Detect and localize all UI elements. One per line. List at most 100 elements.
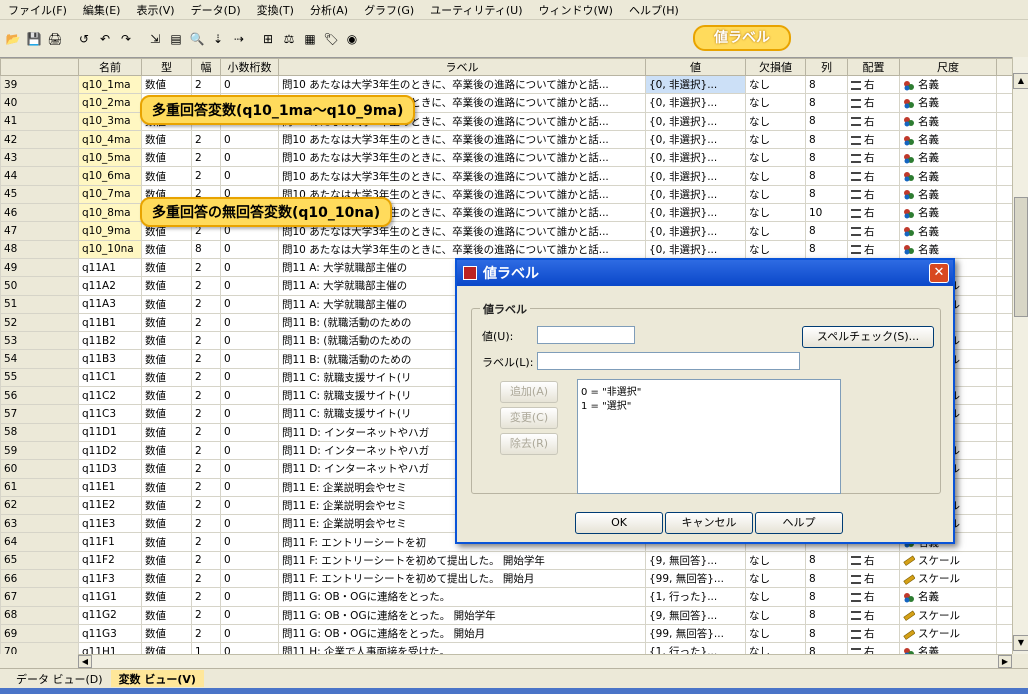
grid-cell[interactable]: 2 bbox=[191, 129, 221, 150]
row-number[interactable]: 56 bbox=[0, 386, 79, 406]
vertical-scrollbar[interactable]: ▲ ▼ bbox=[1012, 57, 1028, 654]
grid-cell[interactable]: スケール bbox=[899, 550, 997, 571]
grid-cell[interactable]: q11E3 bbox=[78, 514, 142, 534]
grid-cell[interactable]: 名義 bbox=[899, 74, 997, 95]
grid-cell[interactable]: q11F1 bbox=[78, 532, 142, 552]
column-header[interactable]: 小数桁数 bbox=[220, 58, 279, 76]
row-number[interactable]: 53 bbox=[0, 331, 79, 351]
horizontal-scrollbar[interactable]: ◀ ▶ bbox=[78, 654, 1012, 668]
grid-cell[interactable]: {0, 非選択}... bbox=[645, 74, 746, 95]
print-icon[interactable]: 🖨 bbox=[46, 30, 64, 48]
grid-cell[interactable]: 問11 F: エントリーシートを初めて提出した。 開始学年 bbox=[278, 550, 646, 571]
grid-cell[interactable]: 数値 bbox=[141, 367, 192, 388]
grid-cell[interactable]: 数値 bbox=[141, 569, 192, 589]
grid-cell[interactable]: q11C3 bbox=[78, 404, 142, 424]
grid-cell[interactable]: 2 bbox=[191, 477, 221, 497]
row-number[interactable]: 43 bbox=[0, 148, 79, 168]
table-row[interactable]: 67 q11G1 数値 2 0 問11 G: OB・OGに連絡をとった。 {1, 行った}.… bbox=[0, 587, 1013, 607]
grid-cell[interactable]: なし bbox=[745, 587, 806, 607]
table-row[interactable]: 48 q10_10na 数値 8 0 問10 あたなは大学3年生のときに、卒業後の進路につ… bbox=[0, 239, 1013, 259]
grid-cell[interactable]: 名義 bbox=[899, 93, 997, 113]
tab-variable-view[interactable]: 変数 ビュー(V) bbox=[110, 670, 204, 687]
grid-cell[interactable]: 0 bbox=[220, 642, 279, 654]
grid-cell[interactable]: q11A2 bbox=[78, 276, 142, 296]
scroll-left-icon[interactable]: ◀ bbox=[78, 655, 92, 668]
grid-cell[interactable]: なし bbox=[745, 111, 806, 131]
row-number[interactable]: 58 bbox=[0, 422, 79, 442]
grid-cell[interactable]: 8 bbox=[805, 587, 848, 607]
grid-cell[interactable]: 右 bbox=[847, 74, 900, 95]
grid-cell[interactable]: q11A1 bbox=[78, 257, 142, 278]
table-row[interactable]: 69 q11G3 数値 2 0 問11 G: OB・OGに連絡をとった。 開始月 {99, … bbox=[0, 623, 1013, 644]
grid-cell[interactable]: 2 bbox=[191, 440, 221, 461]
row-number[interactable]: 44 bbox=[0, 166, 79, 186]
grid-cell[interactable]: 2 bbox=[191, 550, 221, 571]
row-number[interactable]: 59 bbox=[0, 440, 79, 461]
table-row[interactable]: 39 q10_1ma 数値 2 0 問10 あたなは大学3年生のときに、卒業後の進路につい… bbox=[0, 74, 1013, 95]
grid-cell[interactable]: 問11 G: OB・OGに連絡をとった。 開始学年 bbox=[278, 605, 646, 625]
grid-cell[interactable]: q11B2 bbox=[78, 331, 142, 351]
list-item[interactable]: 1 = "選択" bbox=[581, 397, 837, 412]
grid-cell[interactable]: 0 bbox=[220, 239, 279, 259]
grid-cell[interactable]: 数値 bbox=[141, 550, 192, 571]
grid-cell[interactable]: 2 bbox=[191, 623, 221, 644]
grid-cell[interactable]: 8 bbox=[805, 221, 848, 241]
menu-item[interactable]: ウィンドウ(W) bbox=[531, 2, 621, 18]
grid-cell[interactable]: 0 bbox=[220, 367, 279, 388]
row-number[interactable]: 55 bbox=[0, 367, 79, 388]
grid-cell[interactable]: {0, 非選択}... bbox=[645, 111, 746, 131]
grid-cell[interactable]: 数値 bbox=[141, 349, 192, 369]
grid-cell[interactable]: 右 bbox=[847, 569, 900, 589]
grid-cell[interactable]: なし bbox=[745, 605, 806, 625]
grid-cell[interactable]: 右 bbox=[847, 550, 900, 571]
goto-case-icon[interactable]: ⇲ bbox=[146, 30, 164, 48]
grid-cell[interactable]: q11D3 bbox=[78, 459, 142, 479]
grid-cell[interactable]: q11F3 bbox=[78, 569, 142, 589]
grid-cell[interactable]: 問11 H: 企業で人事面接を受けた。 bbox=[278, 642, 646, 654]
grid-cell[interactable]: なし bbox=[745, 129, 806, 150]
row-number[interactable]: 68 bbox=[0, 605, 79, 625]
grid-cell[interactable]: {0, 非選択}... bbox=[645, 221, 746, 241]
grid-cell[interactable]: 0 bbox=[220, 477, 279, 497]
column-header[interactable]: 名前 bbox=[78, 58, 142, 76]
grid-cell[interactable]: 0 bbox=[220, 623, 279, 644]
row-number[interactable]: 48 bbox=[0, 239, 79, 259]
grid-cell[interactable]: q10_1ma bbox=[78, 74, 142, 95]
grid-cell[interactable]: 問10 あたなは大学3年生のときに、卒業後の進路について誰かと話... bbox=[278, 129, 646, 150]
grid-cell[interactable]: 2 bbox=[191, 495, 221, 516]
table-row[interactable]: 43 q10_5ma 数値 2 0 問10 あたなは大学3年生のときに、卒業後の進路につい… bbox=[0, 148, 1013, 168]
grid-cell[interactable]: 0 bbox=[220, 514, 279, 534]
grid-cell[interactable]: 名義 bbox=[899, 166, 997, 186]
menu-item[interactable]: 変換(T) bbox=[249, 2, 302, 18]
row-number[interactable]: 57 bbox=[0, 404, 79, 424]
column-header[interactable]: 欠損値 bbox=[745, 58, 806, 76]
grid-cell[interactable]: 数値 bbox=[141, 129, 192, 150]
table-row[interactable]: 70 q11H1 数値 1 0 問11 H: 企業で人事面接を受けた。 {1, 行った}..… bbox=[0, 642, 1013, 654]
grid-cell[interactable]: 2 bbox=[191, 459, 221, 479]
table-row[interactable]: 65 q11F2 数値 2 0 問11 F: エントリーシートを初めて提出した。 開始学年… bbox=[0, 550, 1013, 571]
grid-cell[interactable]: 数値 bbox=[141, 514, 192, 534]
grid-cell[interactable]: 2 bbox=[191, 294, 221, 314]
grid-cell[interactable]: {1, 行った}... bbox=[645, 642, 746, 654]
grid-cell[interactable]: 0 bbox=[220, 569, 279, 589]
grid-cell[interactable]: 0 bbox=[220, 257, 279, 278]
grid-cell[interactable]: 2 bbox=[191, 514, 221, 534]
grid-cell[interactable]: 8 bbox=[805, 569, 848, 589]
grid-cell[interactable]: スケール bbox=[899, 569, 997, 589]
grid-cell[interactable]: 数値 bbox=[141, 386, 192, 406]
grid-cell[interactable]: 右 bbox=[847, 605, 900, 625]
grid-cell[interactable]: 問10 あたなは大学3年生のときに、卒業後の進路について誰かと話... bbox=[278, 239, 646, 259]
grid-cell[interactable]: 数値 bbox=[141, 74, 192, 95]
grid-cell[interactable]: 数値 bbox=[141, 404, 192, 424]
column-header[interactable]: 値 bbox=[645, 58, 746, 76]
grid-cell[interactable]: q11H1 bbox=[78, 642, 142, 654]
grid-cell[interactable]: なし bbox=[745, 148, 806, 168]
grid-cell[interactable]: q10_4ma bbox=[78, 129, 142, 150]
grid-cell[interactable]: {99, 無回答}... bbox=[645, 569, 746, 589]
grid-cell[interactable]: 8 bbox=[805, 148, 848, 168]
split-file-icon[interactable]: ⊞ bbox=[259, 30, 277, 48]
ok-button[interactable]: OK bbox=[575, 512, 663, 534]
grid-cell[interactable]: q10_8ma bbox=[78, 203, 142, 223]
row-number[interactable]: 63 bbox=[0, 514, 79, 534]
grid-cell[interactable]: 2 bbox=[191, 166, 221, 186]
